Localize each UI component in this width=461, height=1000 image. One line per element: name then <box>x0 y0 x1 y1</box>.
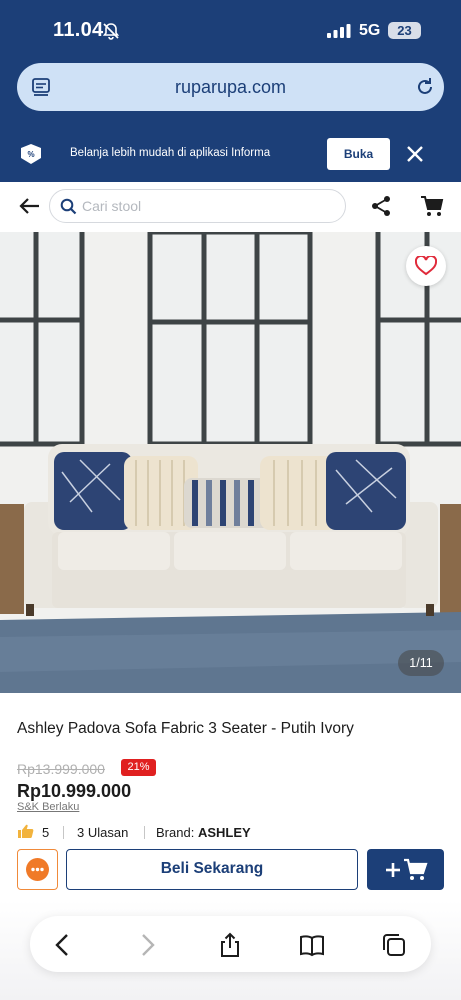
wishlist-button[interactable] <box>406 246 446 286</box>
browser-nav <box>30 916 431 972</box>
rating-value: 5 <box>42 825 50 840</box>
forward-icon[interactable] <box>134 932 160 958</box>
status-bar: 11.04 5G 23 <box>0 0 461 62</box>
share-icon[interactable] <box>370 195 392 217</box>
buy-now-button[interactable]: Beli Sekarang <box>66 849 358 890</box>
divider <box>63 826 64 839</box>
image-counter: 1/11 <box>398 650 444 676</box>
svg-text:%: % <box>27 150 34 159</box>
chat-icon <box>26 858 49 881</box>
add-to-cart-button[interactable] <box>367 849 444 890</box>
terms-link[interactable]: S&K Berlaku <box>17 801 79 813</box>
sofa-photo <box>0 232 461 693</box>
search-input[interactable] <box>82 190 332 222</box>
product-title: Ashley Padova Sofa Fabric 3 Seater - Put… <box>17 720 354 737</box>
url-text[interactable]: ruparupa.com <box>17 63 444 111</box>
battery-level: 23 <box>388 22 421 39</box>
status-time: 11.04 <box>53 19 104 41</box>
open-app-button[interactable]: Buka <box>327 138 390 170</box>
brand-name[interactable]: ASHLEY <box>198 825 251 840</box>
add-to-cart-icon <box>386 858 428 880</box>
cart-icon[interactable] <box>420 195 444 217</box>
reload-icon[interactable] <box>414 76 436 98</box>
search-icon <box>60 198 77 215</box>
heart-icon <box>415 256 437 276</box>
bell-off-icon <box>102 23 120 40</box>
chat-button[interactable] <box>17 849 58 890</box>
address-bar[interactable]: ruparupa.com <box>17 63 444 111</box>
tabs-icon[interactable] <box>381 932 407 958</box>
current-price: Rp10.999.000 <box>17 781 132 801</box>
back-icon[interactable] <box>50 932 76 958</box>
app-download-banner: % Belanja lebih mudah di aplikasi Inform… <box>0 128 461 182</box>
search-row <box>0 182 461 232</box>
close-icon[interactable] <box>404 143 426 165</box>
reviews-link[interactable]: 3 Ulasan <box>77 825 128 840</box>
bookmarks-icon[interactable] <box>299 932 325 958</box>
original-price: Rp13.999.000 <box>17 761 105 777</box>
app-banner-text: Belanja lebih mudah di aplikasi Informa <box>70 147 271 159</box>
back-arrow-icon[interactable] <box>18 194 42 218</box>
informa-logo-icon: % <box>21 144 41 164</box>
header-area: 11.04 5G 23 ruparupa.com % Belanja lebih… <box>0 0 461 182</box>
brand-label: Brand: <box>156 825 195 840</box>
browser-toolbar <box>0 900 461 1000</box>
share-sheet-icon[interactable] <box>217 932 243 958</box>
discount-badge: 21% <box>121 759 156 776</box>
signal-icon <box>327 24 351 38</box>
network-type: 5G <box>359 22 381 39</box>
search-box[interactable] <box>49 189 346 223</box>
thumbs-up-icon <box>18 824 34 838</box>
brand-info: Brand: ASHLEY <box>156 825 251 840</box>
product-image[interactable]: 1/11 <box>0 232 461 693</box>
divider <box>144 826 145 839</box>
